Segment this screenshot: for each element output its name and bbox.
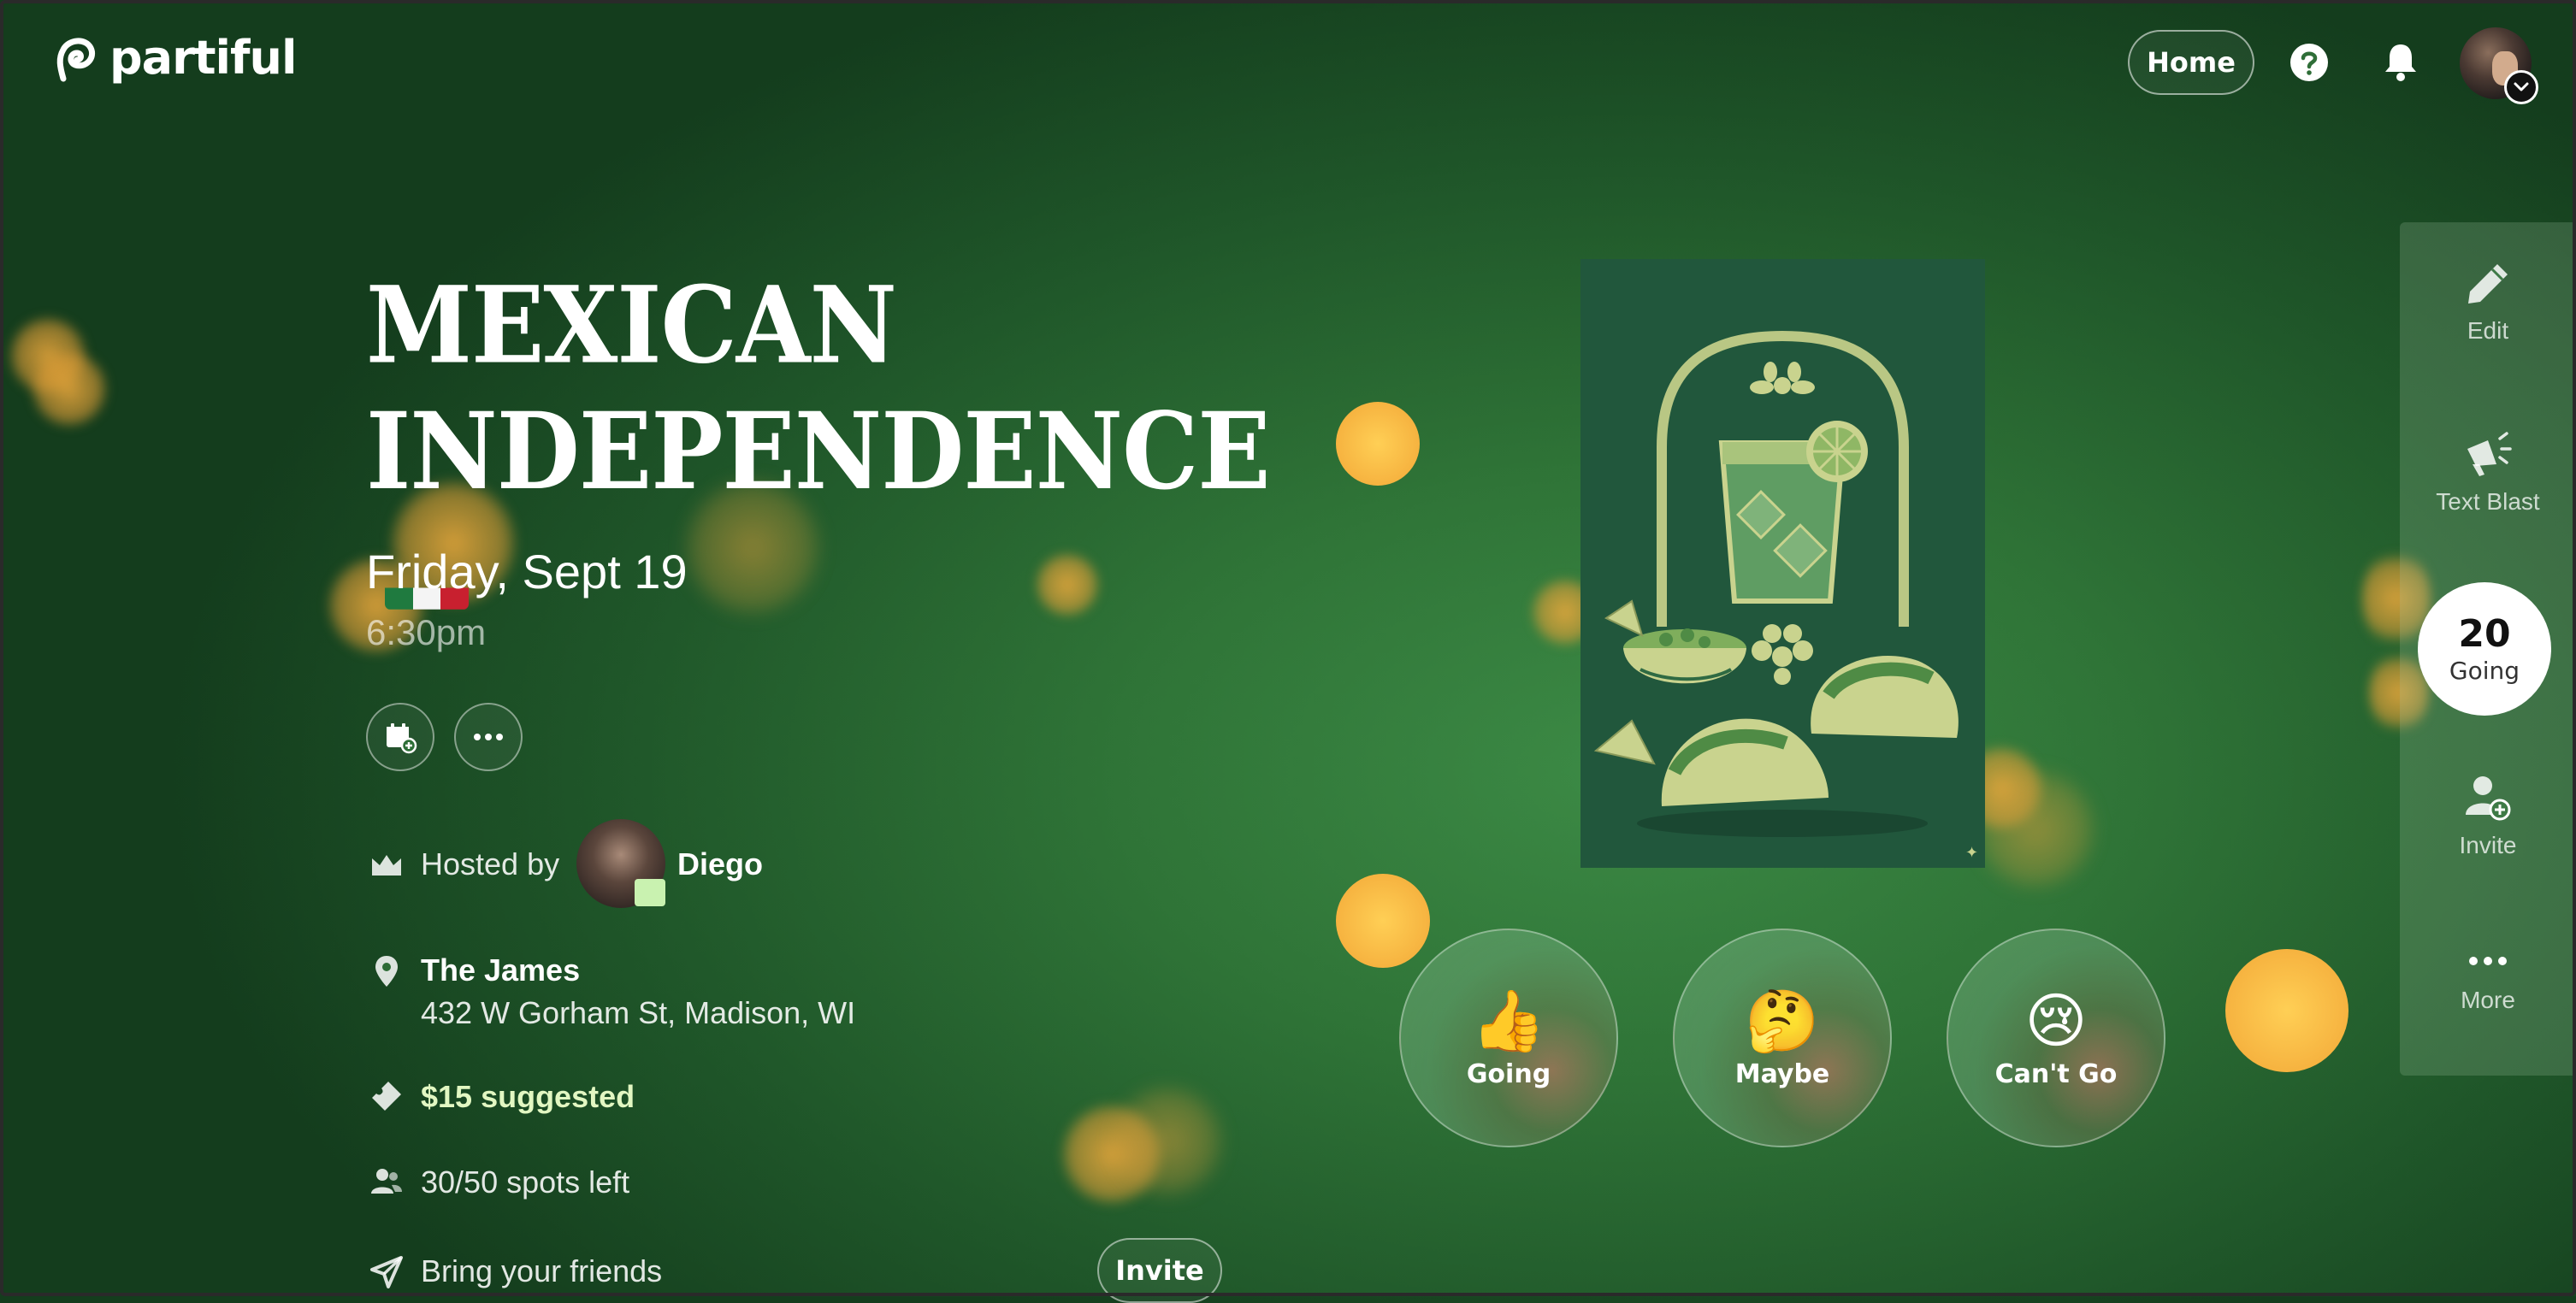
bokeh-light	[9, 316, 87, 395]
megaphone-icon	[2467, 432, 2512, 476]
more-options-button[interactable]	[454, 703, 523, 771]
rsvp-going-button[interactable]: 👍 Going	[1399, 929, 1618, 1147]
host-badge	[635, 879, 665, 906]
price-suggestion: $15 suggested	[421, 1079, 635, 1114]
sidebar-text-blast[interactable]: Text Blast	[2400, 430, 2576, 516]
event-title-line1: MEXICAN	[366, 264, 897, 388]
bokeh-light	[1336, 874, 1430, 968]
spots-left: 30/50 spots left	[421, 1164, 630, 1200]
sidebar-edit[interactable]: Edit	[2400, 261, 2576, 345]
going-count-label: Going	[2449, 656, 2520, 685]
sidebar-invite-label: Invite	[2459, 832, 2517, 858]
sidebar-more[interactable]: More	[2400, 956, 2576, 1014]
going-count: 20	[2458, 611, 2511, 656]
bokeh-light	[1061, 1103, 1163, 1206]
location-name[interactable]: The James	[421, 952, 580, 988]
rsvp-cant-go-label: Can't Go	[1994, 1058, 2118, 1089]
crown-icon	[372, 855, 401, 876]
brand-name: partiful	[109, 31, 297, 85]
rsvp-maybe-button[interactable]: 🤔 Maybe	[1673, 929, 1892, 1147]
bokeh-light	[1336, 402, 1420, 486]
thumbs-up-icon: 👍	[1471, 985, 1546, 1056]
event-date: Friday, Sept 19	[366, 545, 688, 598]
crying-face-icon: 😢	[2024, 985, 2088, 1056]
calendar-add-icon	[387, 723, 417, 754]
host-name[interactable]: Diego	[677, 846, 763, 882]
poster-illustration: ✦	[1593, 330, 1978, 862]
map-pin-icon	[375, 956, 398, 987]
svg-text:✦: ✦	[1965, 844, 1978, 862]
location-address[interactable]: 432 W Gorham St, Madison, WI	[421, 995, 855, 1031]
ticket-icon	[372, 1082, 401, 1111]
bokeh-light	[1976, 769, 2095, 889]
question-circle-icon[interactable]	[2289, 43, 2329, 82]
ellipsis-icon	[2469, 957, 2507, 965]
add-person-icon	[2466, 776, 2511, 821]
bokeh-light	[2225, 949, 2349, 1072]
thinking-face-icon: 🤔	[1745, 985, 1820, 1056]
chevron-down-icon[interactable]	[2504, 70, 2538, 104]
add-to-calendar-button[interactable]	[366, 703, 434, 771]
sidebar-text-blast-label: Text Blast	[2436, 488, 2540, 515]
bokeh-light	[31, 351, 108, 427]
event-time: 6:30pm	[366, 612, 487, 652]
invite-friends-button[interactable]: Invite	[1097, 1238, 1222, 1303]
bring-friends-label: Bring your friends	[421, 1253, 663, 1288]
rsvp-maybe-label: Maybe	[1734, 1058, 1830, 1089]
sidebar-edit-label: Edit	[2467, 317, 2509, 344]
rsvp-cant-go-button[interactable]: 😢 Can't Go	[1947, 929, 2165, 1147]
partiful-logo[interactable]: partiful	[51, 31, 297, 85]
partiful-logo-icon	[56, 38, 95, 81]
event-poster[interactable]: ✦	[1580, 259, 1985, 868]
bokeh-light	[1112, 1086, 1223, 1197]
people-icon	[371, 1169, 402, 1194]
sidebar-invite[interactable]: Invite	[2400, 774, 2576, 859]
bell-icon[interactable]	[2383, 41, 2419, 82]
going-count-badge[interactable]: 20 Going	[2418, 582, 2551, 716]
pencil-icon	[2468, 264, 2508, 304]
ellipsis-icon	[474, 734, 503, 740]
send-icon	[370, 1256, 403, 1288]
hosted-by-label: Hosted by	[421, 846, 560, 881]
home-button[interactable]: Home	[2128, 30, 2254, 95]
sidebar-more-label: More	[2461, 987, 2515, 1013]
event-title-line2: INDEPENDENCE	[366, 390, 1271, 514]
rsvp-going-label: Going	[1466, 1058, 1551, 1089]
